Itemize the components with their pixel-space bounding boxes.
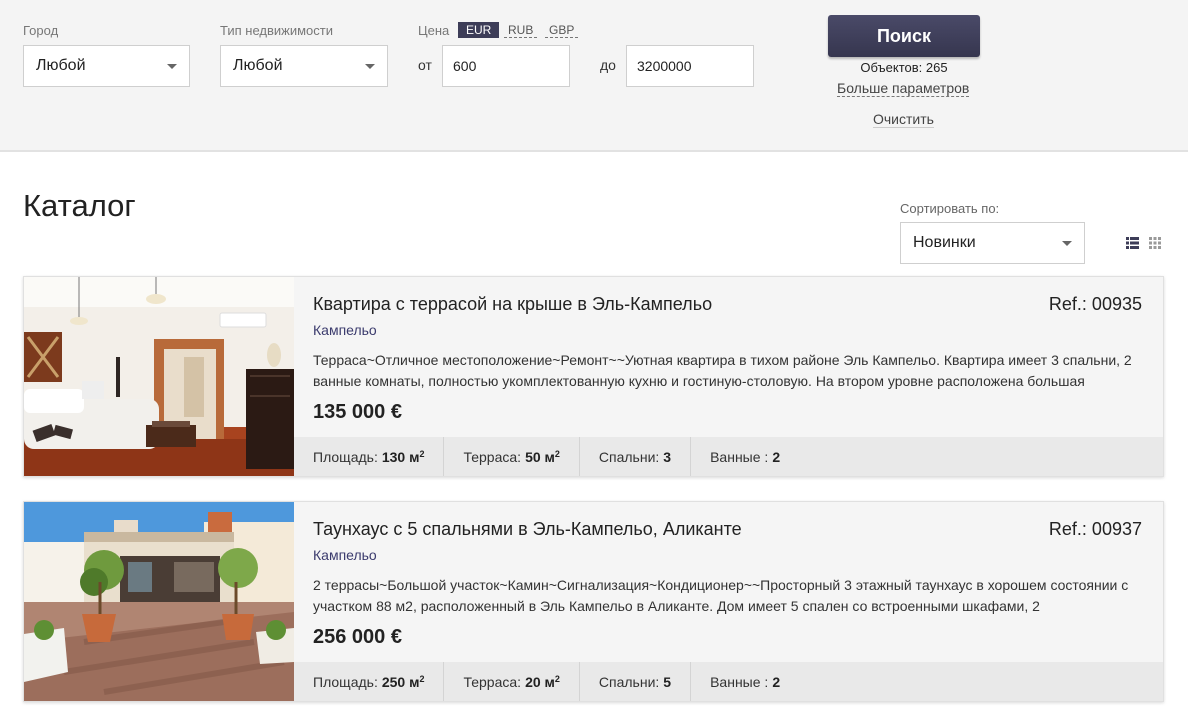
spec-area-unit-sup: 2 bbox=[419, 673, 425, 684]
spec-area-label: Площадь: bbox=[313, 448, 378, 465]
currency-tab-rub[interactable]: RUB bbox=[504, 22, 538, 38]
caret-down-icon bbox=[1062, 241, 1072, 246]
listing-card[interactable]: Квартира с террасой на крыше в Эль-Кампе… bbox=[23, 276, 1164, 477]
spec-bedrooms: Спальни: 5 bbox=[580, 662, 692, 701]
listing-photo[interactable] bbox=[24, 502, 294, 701]
spec-terrace-value: 50 м bbox=[525, 448, 555, 465]
spec-area: Площадь: 250 м2 bbox=[294, 662, 445, 701]
city-select-value: Любой bbox=[36, 57, 86, 74]
listing-specs: Площадь: 130 м2 Терраса: 50 м2 Спальни: … bbox=[294, 437, 1163, 476]
spec-bathrooms-label: Ванные : bbox=[710, 673, 769, 690]
price-to-input[interactable] bbox=[626, 45, 754, 87]
listing-description: 2 террасы~Большой участок~Камин~Сигнализ… bbox=[313, 577, 1129, 614]
spec-terrace-label: Терраса: bbox=[463, 673, 522, 690]
spec-area: Площадь: 130 м2 bbox=[294, 437, 445, 476]
objects-count: Объектов: 265 bbox=[860, 60, 948, 75]
price-to-label: до bbox=[600, 57, 616, 73]
spec-bathrooms: Ванные : 2 bbox=[691, 437, 799, 476]
city-select[interactable]: Любой bbox=[23, 45, 190, 87]
spec-area-value: 130 м bbox=[381, 448, 420, 465]
listing-location[interactable]: Кампельо bbox=[313, 322, 377, 338]
listing-specs: Площадь: 250 м2 Терраса: 20 м2 Спальни: … bbox=[294, 662, 1163, 701]
sort-select[interactable]: Новинки bbox=[900, 222, 1085, 264]
spec-area-value: 250 м bbox=[381, 673, 420, 690]
listing-price: 135 000 € bbox=[313, 401, 402, 423]
sort-label: Сортировать по: bbox=[900, 201, 1000, 216]
spec-bathrooms-value: 2 bbox=[772, 673, 781, 690]
spec-bedrooms: Спальни: 3 bbox=[580, 437, 692, 476]
listing-description: Терраса~Отличное местоположение~Ремонт~~… bbox=[313, 352, 1132, 389]
currency-tab-gbp[interactable]: GBP bbox=[545, 22, 579, 38]
spec-terrace: Терраса: 50 м2 bbox=[444, 437, 580, 476]
listing-title[interactable]: Квартира с террасой на крыше в Эль-Кампе… bbox=[313, 294, 712, 315]
listing-ref: Ref.: 00935 bbox=[1048, 294, 1142, 314]
spec-bathrooms-label: Ванные : bbox=[710, 448, 769, 465]
page-title: Каталог bbox=[23, 188, 136, 223]
more-params-link[interactable]: Больше параметров bbox=[837, 80, 970, 97]
spec-bedrooms-value: 3 bbox=[663, 448, 672, 465]
spec-bathrooms: Ванные : 2 bbox=[691, 662, 799, 701]
spec-area-unit-sup: 2 bbox=[419, 448, 425, 459]
price-from-label: от bbox=[418, 57, 432, 73]
spec-terrace-unit-sup: 2 bbox=[554, 448, 560, 459]
listing-card[interactable]: Таунхаус с 5 спальнями в Эль-Кампельо, А… bbox=[23, 501, 1164, 702]
spec-terrace: Терраса: 20 м2 bbox=[444, 662, 580, 701]
property-type-select[interactable]: Любой bbox=[220, 45, 388, 87]
spec-bedrooms-label: Спальни: bbox=[598, 448, 660, 465]
clear-filters-link[interactable]: Очистить bbox=[873, 111, 934, 128]
city-label: Город bbox=[23, 23, 59, 38]
property-type-select-value: Любой bbox=[233, 57, 283, 74]
property-type-label: Тип недвижимости bbox=[220, 23, 334, 38]
spec-terrace-label: Терраса: bbox=[463, 448, 522, 465]
listing-body: Таунхаус с 5 спальнями в Эль-Кампельо, А… bbox=[294, 502, 1163, 662]
spec-area-label: Площадь: bbox=[313, 673, 378, 690]
listing-price: 256 000 € bbox=[313, 626, 402, 648]
search-button[interactable]: Поиск bbox=[828, 15, 980, 57]
spec-terrace-unit-sup: 2 bbox=[554, 673, 560, 684]
listing-photo[interactable] bbox=[24, 277, 294, 476]
list-view-icon[interactable] bbox=[1126, 236, 1139, 249]
listing-location[interactable]: Кампельо bbox=[313, 547, 377, 563]
listing-body: Квартира с террасой на крыше в Эль-Кампе… bbox=[294, 277, 1163, 437]
price-from-input[interactable] bbox=[442, 45, 570, 87]
grid-view-icon[interactable] bbox=[1149, 236, 1161, 249]
sort-select-value: Новинки bbox=[913, 234, 976, 251]
spec-bedrooms-value: 5 bbox=[663, 673, 672, 690]
caret-down-icon bbox=[365, 64, 375, 69]
spec-bathrooms-value: 2 bbox=[772, 448, 781, 465]
spec-bedrooms-label: Спальни: bbox=[598, 673, 660, 690]
filter-bar: Город Любой Тип недвижимости Любой Цена … bbox=[0, 0, 1188, 152]
caret-down-icon bbox=[167, 64, 177, 69]
listing-title[interactable]: Таунхаус с 5 спальнями в Эль-Кампельо, А… bbox=[313, 519, 742, 540]
spec-terrace-value: 20 м bbox=[525, 673, 555, 690]
price-label: Цена bbox=[418, 23, 450, 38]
currency-tab-eur[interactable]: EUR bbox=[458, 22, 500, 38]
listing-ref: Ref.: 00937 bbox=[1048, 519, 1142, 539]
